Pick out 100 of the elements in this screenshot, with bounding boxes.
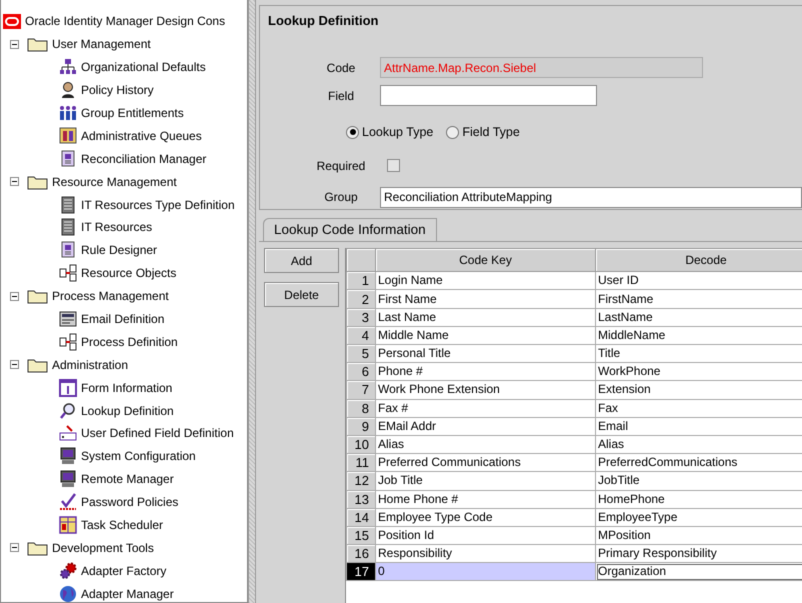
queue-icon [59, 126, 77, 145]
table-cell[interactable]: Fax # [376, 399, 596, 418]
table-cell[interactable]: Home Phone # [376, 490, 596, 508]
document-icon [59, 241, 77, 260]
tree-item-label[interactable]: System Configuration [81, 447, 196, 466]
tab[interactable]: Lookup Code Information [263, 218, 437, 242]
tree-group-label[interactable]: Process Management [52, 287, 169, 306]
form-icon [59, 310, 77, 328]
globe-icon [59, 584, 77, 602]
field-label: Field [326, 88, 355, 104]
search-icon [59, 402, 77, 420]
row-number: 1 [346, 272, 376, 290]
table-cell[interactable]: First Name [376, 290, 596, 308]
corner-cell [346, 248, 376, 272]
tree-item-label[interactable]: Administrative Queues [81, 126, 202, 145]
required-checkbox[interactable] [387, 159, 400, 172]
table-cell[interactable]: 0 [376, 562, 596, 581]
tree-item-label[interactable]: User Defined Field Definition [81, 424, 234, 442]
table-cell[interactable]: Work Phone Extension [376, 380, 596, 400]
tree-item-label[interactable]: Password Policies [81, 493, 178, 512]
row-number: 15 [346, 526, 376, 545]
tree-item-label[interactable]: Reconciliation Manager [81, 150, 206, 168]
field-label: Required [316, 158, 366, 175]
tree-item-label[interactable]: Adapter Factory [81, 562, 166, 580]
server-icon [59, 196, 77, 214]
action-button[interactable]: Delete [264, 282, 339, 308]
diagram-icon [59, 264, 77, 282]
tree-item-label[interactable]: Process Definition [81, 332, 178, 351]
org-chart-icon [59, 58, 77, 76]
folder-icon [27, 174, 48, 190]
tree-group-label[interactable]: Resource Management [52, 172, 177, 191]
column-header[interactable]: Decode [596, 248, 802, 272]
person-icon [59, 81, 77, 100]
row-number: 9 [346, 417, 376, 436]
column-header[interactable]: Code Key [376, 248, 596, 272]
row-number: 17 [346, 562, 376, 581]
tree-item-label[interactable]: Organizational Defaults [81, 58, 206, 76]
tree-item-label[interactable]: Task Scheduler [81, 516, 164, 534]
tree-item-label[interactable]: Policy History [81, 81, 154, 100]
table-cell[interactable]: Personal Title [376, 344, 596, 363]
table-cell[interactable]: Alias [376, 435, 596, 454]
splitter-bar[interactable] [248, 0, 256, 603]
row-number: 5 [346, 344, 376, 363]
tree-item-label[interactable]: Form Information [81, 378, 172, 397]
tree-item-label[interactable]: Resource Objects [81, 264, 176, 282]
tree-group-label[interactable]: Administration [52, 356, 128, 374]
document-icon [59, 150, 77, 168]
info-icon [59, 378, 77, 397]
row-number: 3 [346, 308, 376, 326]
computer-icon [59, 447, 77, 466]
oracle-logo-icon [3, 14, 21, 29]
row-number: 2 [346, 290, 376, 308]
checkmark-icon [59, 493, 77, 512]
row-number: 16 [346, 544, 376, 563]
tree-item-label[interactable]: Remote Manager [81, 470, 174, 488]
row-number: 12 [346, 472, 376, 490]
radio-option[interactable]: Field Type [446, 123, 520, 142]
tree-item-label[interactable]: Email Definition [81, 310, 164, 328]
radio-option[interactable]: Lookup Type [346, 123, 434, 142]
action-button[interactable]: Add [264, 248, 339, 274]
field-label: Code [326, 60, 356, 76]
tree-item-label[interactable]: IT Resources [81, 218, 152, 236]
people-icon [59, 104, 77, 122]
tree-item-label[interactable]: Adapter Manager [81, 584, 174, 602]
table-cell[interactable]: Preferred Communications [376, 454, 596, 472]
row-number: 10 [346, 435, 376, 454]
folder-icon [27, 540, 48, 556]
tree-item-label[interactable]: Rule Designer [81, 241, 158, 260]
tree-root-label[interactable]: Oracle Identity Manager Design Cons [25, 12, 226, 30]
row-number: 11 [346, 454, 376, 472]
field-icon [59, 424, 77, 442]
table-cell[interactable]: Last Name [376, 308, 596, 326]
row-number: 8 [346, 399, 376, 418]
tree-item-label[interactable]: Lookup Definition [81, 402, 174, 420]
server-icon [59, 218, 77, 236]
diagram-icon [59, 332, 77, 351]
table-cell[interactable]: Middle Name [376, 326, 596, 344]
table-cell[interactable]: Job Title [376, 472, 596, 490]
table-cell[interactable]: Position Id [376, 526, 596, 545]
row-number: 6 [346, 362, 376, 381]
computer-icon [59, 470, 77, 488]
field-input[interactable] [380, 85, 597, 106]
table-cell[interactable]: Login Name [376, 272, 596, 290]
row-number: 13 [346, 490, 376, 508]
row-number: 7 [346, 380, 376, 400]
table-cell[interactable]: EMail Addr [376, 417, 596, 436]
table-cell[interactable]: Phone # [376, 362, 596, 381]
group-field[interactable]: Reconciliation AttributeMapping [380, 186, 802, 208]
tree-group-label[interactable]: Development Tools [52, 538, 154, 557]
gear-icon [59, 562, 77, 580]
calendar-icon [59, 516, 77, 534]
table-cell[interactable]: Organization [596, 562, 802, 581]
row-number: 4 [346, 326, 376, 344]
tree-group-label[interactable]: User Management [52, 35, 151, 54]
folder-icon [27, 36, 48, 52]
row-number: 14 [346, 508, 376, 526]
field-label: Group [323, 189, 359, 206]
tree-item-label[interactable]: Group Entitlements [81, 104, 184, 122]
tree-item-label[interactable]: IT Resources Type Definition [81, 196, 235, 214]
table-cell[interactable]: Employee Type Code [376, 508, 596, 526]
